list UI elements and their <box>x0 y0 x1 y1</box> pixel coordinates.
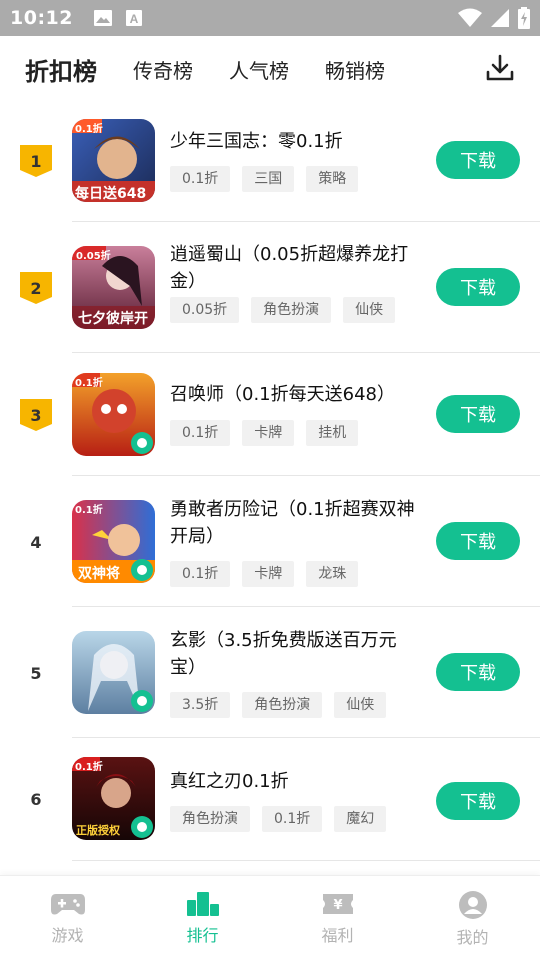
ticket-icon: ¥ <box>322 894 353 914</box>
tag: 仙侠 <box>334 692 387 718</box>
icon-caption: 每日送648 <box>75 186 147 202</box>
tag: 0.1折 <box>170 166 231 192</box>
game-title[interactable]: 召唤师（0.1折每天送648） <box>170 381 415 408</box>
rank-medal: 3 <box>20 399 52 431</box>
download-tray-icon[interactable] <box>484 52 516 84</box>
tag: 魔幻 <box>334 806 387 832</box>
download-button[interactable]: 下载 <box>436 653 520 691</box>
nav-profile[interactable]: 我的 <box>405 876 540 960</box>
ranking-tabs: 折扣榜 传奇榜 人气榜 畅销榜 <box>0 36 540 102</box>
download-button[interactable]: 下载 <box>436 522 520 560</box>
bottom-nav: 游戏 排行 ¥ 福利 我的 <box>0 875 540 960</box>
tag: 角色扮演 <box>251 297 332 323</box>
icon-caption: 正版授权 <box>76 824 120 837</box>
tag-list: 角色扮演 0.1折 魔幻 <box>170 806 387 832</box>
game-title[interactable]: 逍遥蜀山（0.05折超爆养龙打金） <box>170 241 415 295</box>
nav-label: 排行 <box>186 926 219 945</box>
tag: 卡牌 <box>242 420 295 446</box>
tab-bestseller[interactable]: 畅销榜 <box>325 55 385 84</box>
tag: 0.1折 <box>262 806 323 832</box>
icon-badge: 0.1折 <box>75 124 103 135</box>
tag: 0.05折 <box>170 297 240 323</box>
tag-list: 0.1折 卡牌 挂机 <box>170 420 359 446</box>
wifi-icon <box>458 8 482 27</box>
tag: 卡牌 <box>242 561 295 587</box>
divider <box>72 860 540 861</box>
nav-games[interactable]: 游戏 <box>0 876 135 960</box>
nav-label: 游戏 <box>51 926 84 945</box>
game-title[interactable]: 玄影（3.5折免费版送百万元宝） <box>170 627 415 681</box>
tag: 3.5折 <box>170 692 231 718</box>
icon-caption: 七夕彼岸开 <box>78 311 148 327</box>
tab-legend[interactable]: 传奇榜 <box>133 55 193 84</box>
rank-number: 5 <box>30 663 42 683</box>
rank-number: 6 <box>30 789 42 809</box>
download-button[interactable]: 下载 <box>436 395 520 433</box>
list-item[interactable]: 2 0.05折 七夕彼岸开 逍遥蜀山（0.05折超爆养龙打金） 0.05折 角色… <box>0 222 540 353</box>
tag: 0.1折 <box>170 420 231 446</box>
rank-medal: 1 <box>20 145 52 177</box>
game-title[interactable]: 真红之刃0.1折 <box>170 768 415 795</box>
game-icon[interactable] <box>72 631 155 714</box>
list-item[interactable]: 1 0.1折 每日送648 少年三国志：零0.1折 0.1折 三国 策略 下载 <box>0 102 540 222</box>
tag-list: 0.1折 三国 策略 <box>170 166 359 192</box>
icon-badge: 0.1折 <box>75 378 103 389</box>
tag: 挂机 <box>306 420 359 446</box>
font-icon: A <box>125 10 142 26</box>
download-button[interactable]: 下载 <box>436 782 520 820</box>
icon-caption: 双神将 <box>78 566 120 582</box>
game-title[interactable]: 少年三国志：零0.1折 <box>170 128 415 155</box>
tag-list: 0.1折 卡牌 龙珠 <box>170 561 359 587</box>
game-title[interactable]: 勇敢者历险记（0.1折超赛双神开局） <box>170 496 415 550</box>
tag: 龙珠 <box>306 561 359 587</box>
icon-badge: 0.1折 <box>75 762 103 773</box>
list-item[interactable]: 4 0.1折 双神将 勇敢者历险记（0.1折超赛双神开局） 0.1折 卡牌 龙珠… <box>0 476 540 607</box>
status-bar: 10:12 A <box>0 0 540 36</box>
tab-popular[interactable]: 人气榜 <box>229 55 289 84</box>
battery-charging-icon <box>518 7 530 29</box>
nav-welfare[interactable]: ¥ 福利 <box>270 876 405 960</box>
tag: 角色扮演 <box>170 806 250 832</box>
status-time: 10:12 <box>10 7 73 29</box>
ranking-icon <box>186 892 219 916</box>
tag: 0.1折 <box>170 561 231 587</box>
tag-list: 3.5折 角色扮演 仙侠 <box>170 692 387 718</box>
svg-text:¥: ¥ <box>333 898 342 913</box>
tag: 策略 <box>306 166 359 192</box>
tag-list: 0.05折 角色扮演 仙侠 <box>170 297 396 323</box>
list-item[interactable]: 6 0.1折 正版授权 真红之刃0.1折 角色扮演 0.1折 魔幻 下载 <box>0 738 540 861</box>
rank-medal: 2 <box>20 272 52 304</box>
svg-text:A: A <box>130 12 139 26</box>
tag: 仙侠 <box>343 297 396 323</box>
rank-number: 4 <box>30 532 42 552</box>
icon-badge: 0.1折 <box>75 505 103 516</box>
tag: 角色扮演 <box>242 692 323 718</box>
list-item[interactable]: 5 玄影（3.5折免费版送百万元宝） 3.5折 角色扮演 仙侠 下载 <box>0 607 540 738</box>
download-button[interactable]: 下载 <box>436 268 520 306</box>
nav-label: 福利 <box>321 926 354 945</box>
nav-ranking[interactable]: 排行 <box>135 876 270 960</box>
nav-label: 我的 <box>456 928 489 947</box>
tag: 三国 <box>242 166 295 192</box>
list-item[interactable]: 3 0.1折 召唤师（0.1折每天送648） 0.1折 卡牌 挂机 下载 <box>0 353 540 476</box>
profile-icon <box>458 891 487 919</box>
image-icon <box>93 10 112 26</box>
game-rank-list: 1 0.1折 每日送648 少年三国志：零0.1折 0.1折 三国 策略 下载 … <box>0 102 540 861</box>
signal-icon <box>491 9 509 27</box>
gamepad-icon <box>50 894 85 915</box>
download-button[interactable]: 下载 <box>436 141 520 179</box>
icon-badge: 0.05折 <box>76 251 111 262</box>
tab-discount[interactable]: 折扣榜 <box>25 52 97 87</box>
